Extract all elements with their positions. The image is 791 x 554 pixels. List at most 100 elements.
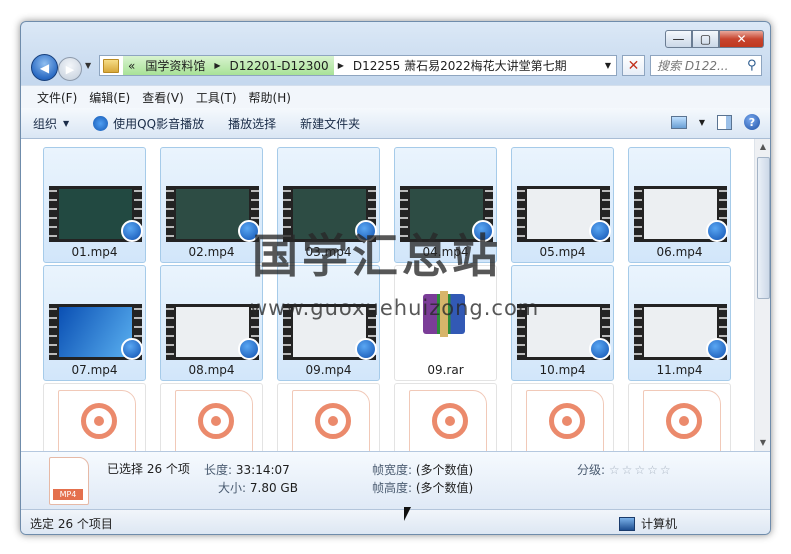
search-box[interactable]: ⚲ xyxy=(650,55,762,76)
file-item[interactable]: 11.mp4 xyxy=(628,265,731,381)
frame-height-value: (多个数值) xyxy=(415,481,474,495)
video-file-icon xyxy=(292,390,370,451)
file-item[interactable]: 02.mp4 xyxy=(160,147,263,263)
file-name: 10.mp4 xyxy=(539,363,586,377)
scrollbar-thumb[interactable] xyxy=(757,157,770,299)
film-reel-icon xyxy=(81,403,117,439)
minimize-button[interactable]: — xyxy=(665,30,692,48)
film-reel-icon xyxy=(315,403,351,439)
length-value: 33:14:07 xyxy=(235,463,290,477)
caption-buttons: — ▢ ✕ xyxy=(665,30,764,49)
forward-button[interactable]: ▶ xyxy=(58,57,82,81)
menu-edit[interactable]: 编辑(E) xyxy=(89,89,130,106)
film-reel-icon xyxy=(432,403,468,439)
file-name: 01.mp4 xyxy=(71,245,118,259)
qq-player-icon xyxy=(93,115,109,131)
play-with-qq-button[interactable]: 使用QQ影音播放 xyxy=(81,115,216,132)
breadcrumb-separator-icon[interactable]: ▶ xyxy=(334,61,348,70)
status-bar: 选定 26 个项目 计算机 xyxy=(21,509,770,534)
address-bar[interactable]: « 国学资料馆 ▶ D12201-D12300 ▶ D12255 萧石易2022… xyxy=(99,55,617,76)
video-file-icon xyxy=(526,390,604,451)
qq-player-badge-icon xyxy=(589,220,611,242)
frame-height-label: 帧高度: xyxy=(372,481,413,495)
back-button[interactable]: ◀ xyxy=(31,54,58,81)
file-item[interactable] xyxy=(43,383,146,451)
film-reel-icon xyxy=(549,403,585,439)
file-name: 05.mp4 xyxy=(539,245,586,259)
search-input[interactable] xyxy=(655,57,747,74)
address-dropdown-icon[interactable]: ▼ xyxy=(600,61,616,70)
computer-icon xyxy=(619,516,635,531)
play-selected-label: 播放选择 xyxy=(228,116,277,131)
file-name: 09.mp4 xyxy=(305,363,352,377)
qq-player-badge-icon xyxy=(355,338,377,360)
new-folder-label: 新建文件夹 xyxy=(300,116,361,131)
menu-tools[interactable]: 工具(T) xyxy=(196,89,237,106)
file-view: 01.mp4 02.mp4 03.mp4 04.mp4 05.mp4 06.mp4 07.m… xyxy=(21,139,754,451)
search-icon[interactable]: ⚲ xyxy=(747,58,757,73)
frame-width-label: 帧宽度: xyxy=(372,463,413,477)
file-item[interactable]: 06.mp4 xyxy=(628,147,731,263)
breadcrumb: « 国学资料馆 ▶ D12201-D12300 ▶ D12255 萧石易2022… xyxy=(123,56,600,75)
qq-player-badge-icon xyxy=(238,338,260,360)
command-bar: 组织 ▼ 使用QQ影音播放 播放选择 新建文件夹 ▼ ? xyxy=(21,108,770,139)
menu-view[interactable]: 查看(V) xyxy=(142,89,184,106)
change-view-icon[interactable] xyxy=(670,115,687,129)
file-name: 11.mp4 xyxy=(656,363,703,377)
vertical-scrollbar[interactable]: ▲ ▼ xyxy=(754,139,770,451)
organize-button[interactable]: 组织 ▼ xyxy=(21,115,81,132)
file-item[interactable] xyxy=(511,383,614,451)
film-reel-icon xyxy=(198,403,234,439)
view-options-chevron-icon[interactable]: ▼ xyxy=(699,118,705,127)
breadcrumb-overflow[interactable]: « xyxy=(123,56,141,75)
status-selection-text: 选定 26 个项目 xyxy=(30,517,113,531)
play-selected-button[interactable]: 播放选择 xyxy=(216,115,288,132)
breadcrumb-separator-icon[interactable]: ▶ xyxy=(210,56,225,75)
file-item[interactable]: 07.mp4 xyxy=(43,265,146,381)
status-location-label: 计算机 xyxy=(641,517,678,531)
menu-file[interactable]: 文件(F) xyxy=(37,89,77,106)
menu-help[interactable]: 帮助(H) xyxy=(249,89,291,106)
breadcrumb-item-current[interactable]: D12255 萧石易2022梅花大讲堂第七期 xyxy=(348,57,572,74)
size-label: 大小: xyxy=(218,481,247,495)
scroll-down-icon[interactable]: ▼ xyxy=(755,435,770,451)
frame-width-field: 帧宽度: (多个数值) xyxy=(372,461,473,478)
qq-player-badge-icon xyxy=(706,338,728,360)
maximize-button[interactable]: ▢ xyxy=(692,30,719,48)
file-name: 02.mp4 xyxy=(188,245,235,259)
help-icon[interactable]: ? xyxy=(744,114,760,130)
file-item[interactable]: 05.mp4 xyxy=(511,147,614,263)
file-item[interactable] xyxy=(160,383,263,451)
qq-player-badge-icon xyxy=(121,338,143,360)
breadcrumb-item-root[interactable]: 国学资料馆 xyxy=(140,56,211,75)
file-item[interactable] xyxy=(277,383,380,451)
video-file-icon xyxy=(58,390,136,451)
scroll-up-icon[interactable]: ▲ xyxy=(755,139,770,155)
menu-bar: 文件(F) 编辑(E) 查看(V) 工具(T) 帮助(H) xyxy=(21,85,770,108)
clear-address-button[interactable]: ✕ xyxy=(622,55,645,76)
file-item[interactable]: 08.mp4 xyxy=(160,265,263,381)
watermark-title: 国学汇总站 xyxy=(251,228,502,284)
length-field: 长度: 33:14:07 xyxy=(204,461,290,478)
size-value: 7.80 GB xyxy=(249,481,298,495)
view-controls: ▼ ? xyxy=(670,114,760,130)
preview-pane-icon[interactable] xyxy=(717,114,732,130)
new-folder-button[interactable]: 新建文件夹 xyxy=(288,115,372,132)
folder-icon xyxy=(103,58,119,73)
video-file-icon xyxy=(175,390,253,451)
rating-stars[interactable]: ☆☆☆☆☆ xyxy=(609,463,673,477)
video-file-icon xyxy=(643,390,721,451)
file-name: 06.mp4 xyxy=(656,245,703,259)
file-item[interactable]: 01.mp4 xyxy=(43,147,146,263)
video-file-icon xyxy=(409,390,487,451)
file-item[interactable]: 10.mp4 xyxy=(511,265,614,381)
file-name: 08.mp4 xyxy=(188,363,235,377)
rating-label: 分级: xyxy=(577,463,606,477)
recent-pages-dropdown[interactable]: ▼ xyxy=(85,61,91,70)
close-button[interactable]: ✕ xyxy=(719,30,764,48)
file-item[interactable] xyxy=(394,383,497,451)
file-item[interactable] xyxy=(628,383,731,451)
breadcrumb-item-range[interactable]: D12201-D12300 xyxy=(224,56,334,75)
length-label: 长度: xyxy=(204,463,233,477)
play-qq-label: 使用QQ影音播放 xyxy=(113,116,205,131)
